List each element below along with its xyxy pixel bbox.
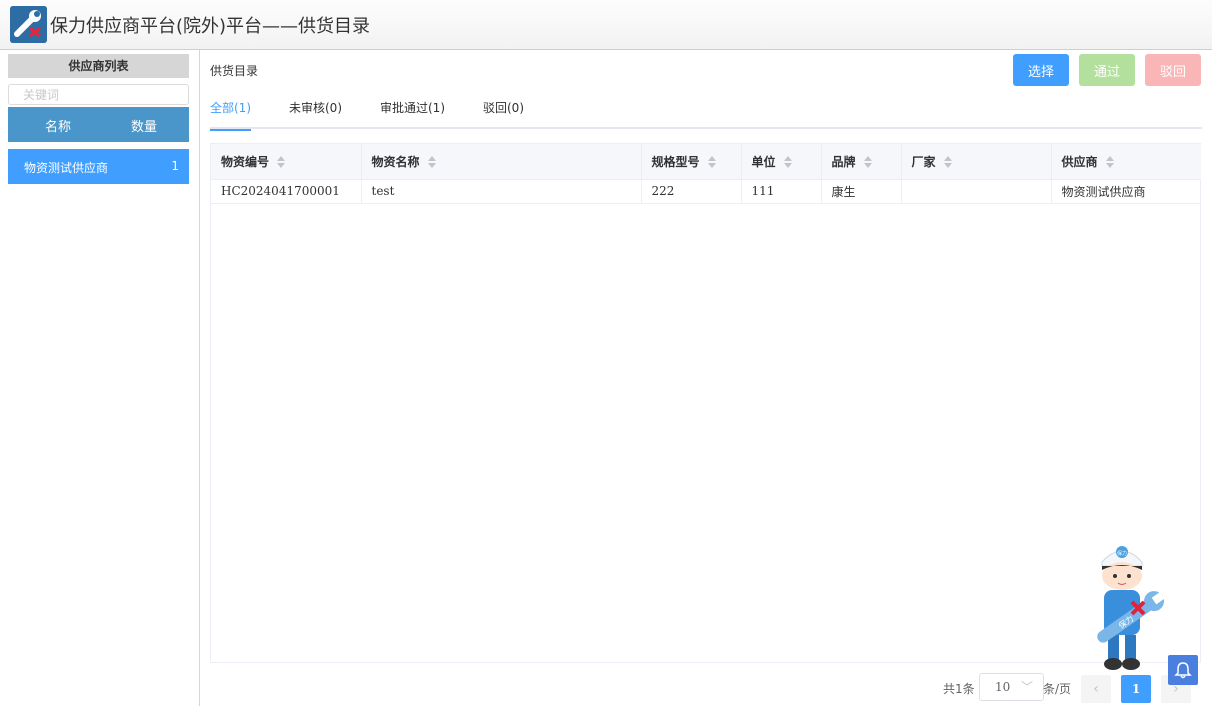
sort-icon[interactable] <box>707 156 716 169</box>
sort-icon[interactable] <box>1105 156 1114 169</box>
cell-brand: 康生 <box>821 179 902 204</box>
col-header-unit[interactable]: 单位 <box>741 144 822 180</box>
cell-name: test <box>361 179 642 204</box>
table-header-row: 物资编号 物资名称 规格型号 单位 品牌 厂家 供应商 <box>211 144 1201 180</box>
col-header-brand[interactable]: 品牌 <box>821 144 902 180</box>
page-size-select[interactable]: 10 ﹀ <box>979 673 1044 701</box>
wrench-logo-icon <box>10 6 47 43</box>
sidebar-heading: 供应商列表 <box>8 54 189 78</box>
reject-button[interactable]: 驳回 <box>1145 54 1201 86</box>
col-header-spec[interactable]: 规格型号 <box>641 144 742 180</box>
table-row[interactable]: HC2024041700001 test 222 111 康生 物资测试供应商 <box>211 179 1201 204</box>
sort-icon[interactable] <box>427 156 436 169</box>
cell-spec: 222 <box>641 179 742 204</box>
pagination-total: 共1条 <box>943 682 975 696</box>
chevron-down-icon: ﹀ <box>1020 680 1033 694</box>
col-header-code[interactable]: 物资编号 <box>211 144 362 180</box>
supplier-sidebar: 供应商列表 名称 数量 物资测试供应商 1 <box>0 50 200 706</box>
catalog-table: 物资编号 物资名称 规格型号 单位 品牌 厂家 供应商 HC2024041700… <box>210 143 1201 663</box>
tab-unreviewed[interactable]: 未审核(0) <box>289 100 342 129</box>
sort-icon[interactable] <box>943 156 952 169</box>
cell-manufacturer <box>901 179 1052 204</box>
page-title: 保力供应商平台(院外)平台——供货目录 <box>50 16 371 37</box>
tab-all[interactable]: 全部(1) <box>210 100 251 131</box>
col-header-manufacturer[interactable]: 厂家 <box>901 144 1052 180</box>
tab-rejected[interactable]: 驳回(0) <box>483 100 524 129</box>
approve-button[interactable]: 通过 <box>1079 54 1135 86</box>
select-button[interactable]: 选择 <box>1013 54 1069 86</box>
sort-icon[interactable] <box>863 156 872 169</box>
page-size-value: 10 <box>995 680 1011 694</box>
bell-icon[interactable] <box>1168 655 1198 685</box>
section-title: 供货目录 <box>210 64 259 78</box>
sidebar-column-header: 名称 数量 <box>8 107 189 142</box>
sidebar-item-label: 物资测试供应商 <box>24 161 109 175</box>
col-header-supplier[interactable]: 供应商 <box>1051 144 1201 180</box>
mascot-illustration[interactable]: 保力 保力 <box>1082 540 1172 680</box>
app-header: 保力供应商平台(院外)平台——供货目录 <box>0 0 1212 50</box>
svg-text:保力: 保力 <box>1117 550 1127 557</box>
supplier-search-input[interactable] <box>8 84 189 105</box>
sidebar-item-supplier[interactable]: 物资测试供应商 1 <box>8 149 189 184</box>
sort-icon[interactable] <box>783 156 792 169</box>
sort-icon[interactable] <box>277 156 286 169</box>
sidebar-col-name: 名称 <box>45 120 72 135</box>
col-header-name[interactable]: 物资名称 <box>361 144 642 180</box>
cell-code: HC2024041700001 <box>211 179 362 204</box>
status-tabs: 全部(1) 未审核(0) 审批通过(1) 驳回(0) <box>210 100 1202 131</box>
sidebar-col-count: 数量 <box>131 120 158 135</box>
page-size-unit: 条/页 <box>1043 682 1072 696</box>
tab-approved[interactable]: 审批通过(1) <box>380 100 445 129</box>
cell-supplier: 物资测试供应商 <box>1051 179 1201 204</box>
sidebar-item-count: 1 <box>171 159 179 173</box>
cell-unit: 111 <box>741 179 822 204</box>
